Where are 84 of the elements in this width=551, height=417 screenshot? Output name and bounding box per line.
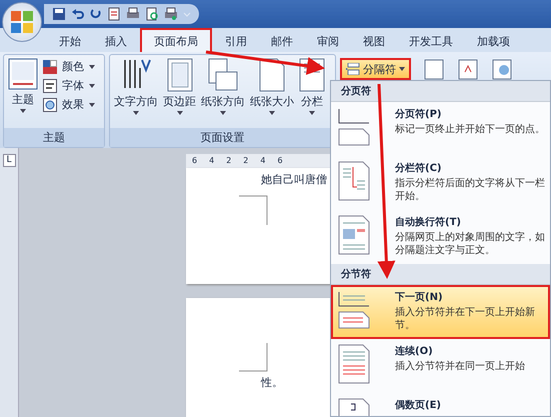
page-icon[interactable] xyxy=(491,58,513,80)
page-icon[interactable] xyxy=(457,58,479,80)
printer-icon[interactable] xyxy=(126,7,140,21)
ribbon-tab[interactable]: 开始 xyxy=(48,30,92,52)
caret-icon xyxy=(89,102,95,106)
menu-item-description: 插入分节符并在下一页上开始新节。 xyxy=(395,306,536,332)
page-setup-button[interactable]: 分栏 xyxy=(298,58,326,125)
palette-icon xyxy=(43,60,57,74)
page-break-icon xyxy=(337,290,371,330)
theme-option-button[interactable]: 效果 xyxy=(42,96,96,113)
font-icon xyxy=(43,78,57,92)
preview-icon[interactable] xyxy=(145,7,159,21)
menu-item-title: 自动换行符(T) xyxy=(395,216,462,229)
breaks-icon xyxy=(346,63,360,75)
margin-mark xyxy=(239,194,269,225)
menu-item[interactable]: 分栏符(C) 指示分栏符后面的文字将从下一栏开始。 xyxy=(331,156,550,210)
page-setup-button[interactable]: 文字方向 xyxy=(113,58,159,125)
ribbon-tab[interactable]: 引用 xyxy=(214,30,258,52)
caret-icon xyxy=(220,111,226,115)
tab-selector[interactable]: L xyxy=(2,154,16,167)
menu-item[interactable]: 自动换行符(T) 分隔网页上的对象周围的文字，如分隔题注文字与正文。 xyxy=(331,210,550,264)
office-button[interactable] xyxy=(2,2,42,42)
caret-icon xyxy=(89,64,95,68)
undo-icon[interactable] xyxy=(71,7,85,21)
page-break-icon xyxy=(337,344,371,384)
ribbon-tab[interactable]: 视图 xyxy=(352,30,396,52)
page-setup-button[interactable]: 纸张方向 xyxy=(200,58,246,125)
page-setup-button[interactable]: 页边距 xyxy=(162,58,197,125)
ribbon-tab[interactable]: 审阅 xyxy=(306,30,350,52)
caret-icon xyxy=(176,111,182,115)
menu-item-title: 分栏符(C) xyxy=(395,162,442,175)
effects-icon xyxy=(43,98,57,112)
menu-item-description: 插入分节符并在同一页上开始 xyxy=(395,360,525,373)
menu-item-description: 标记一页终止并开始下一页的点。 xyxy=(395,123,545,136)
save-icon[interactable] xyxy=(52,7,66,21)
theme-icon xyxy=(8,58,38,90)
page-icon[interactable] xyxy=(423,58,445,80)
ribbon-tab[interactable]: 页面布局 xyxy=(140,28,212,52)
menu-item-title: 下一页(N) xyxy=(395,291,444,304)
margins-icon xyxy=(166,58,192,92)
caret-icon xyxy=(399,67,405,71)
breaks-button[interactable]: 分隔符 xyxy=(340,58,411,80)
menu-item-title: 连续(O) xyxy=(395,344,434,358)
theme-option-button[interactable]: 颜色 xyxy=(42,58,96,75)
page-break-icon xyxy=(337,215,371,255)
caret-icon xyxy=(89,84,95,88)
ruler-number: 2 xyxy=(226,156,232,166)
menu-item[interactable]: 偶数页(E) xyxy=(331,393,550,416)
theme-option-button[interactable]: 字体 xyxy=(42,77,96,94)
caret-icon xyxy=(133,111,139,115)
printer-icon[interactable] xyxy=(164,7,178,21)
page-setup-button[interactable]: 纸张大小 xyxy=(249,58,295,125)
menu-item-description: 分隔网页上的对象周围的文字，如分隔题注文字与正文。 xyxy=(395,231,545,257)
menu-item-description: 指示分栏符后面的文字将从下一栏开始。 xyxy=(395,177,545,203)
caret-icon xyxy=(309,111,315,115)
page-size-icon xyxy=(259,58,285,92)
ribbon-tab[interactable]: 邮件 xyxy=(260,30,304,52)
redo-icon[interactable] xyxy=(90,7,102,21)
page-break-icon xyxy=(337,107,371,147)
caret-icon xyxy=(20,109,26,113)
ruler-number: 4 xyxy=(209,156,214,166)
document-icon[interactable] xyxy=(107,7,121,21)
orientation-icon xyxy=(208,58,238,92)
group-label: 主题 xyxy=(4,128,104,147)
ribbon-tab[interactable]: 加载项 xyxy=(466,30,521,52)
menu-item-title: 偶数页(E) xyxy=(395,398,441,412)
ribbon-tab[interactable]: 开发工具 xyxy=(398,30,464,52)
menu-section-header: 分节符 xyxy=(331,264,550,285)
ruler-number: 6 xyxy=(277,156,283,166)
menu-item[interactable]: 下一页(N) 插入分节符并在下一页上开始新节。 xyxy=(331,285,550,339)
document-text: 她自己叫唐僧 xyxy=(261,172,328,187)
ribbon-tab[interactable]: 插入 xyxy=(94,30,138,52)
theme-button[interactable]: 主题 xyxy=(7,58,39,125)
menu-item-title: 分页符(P) xyxy=(395,108,442,121)
menu-section-header: 分页符 xyxy=(331,81,550,102)
office-logo-icon xyxy=(9,9,35,35)
ruler-number: 6 xyxy=(192,156,198,166)
caret-icon xyxy=(269,111,275,115)
ruler-number: 4 xyxy=(260,156,266,166)
menu-item[interactable]: 连续(O) 插入分节符并在同一页上开始 xyxy=(331,339,550,393)
page-break-icon xyxy=(337,161,371,201)
margin-mark xyxy=(239,343,269,374)
document-text: 性。 xyxy=(261,375,284,390)
ruler-number: 2 xyxy=(243,156,248,166)
